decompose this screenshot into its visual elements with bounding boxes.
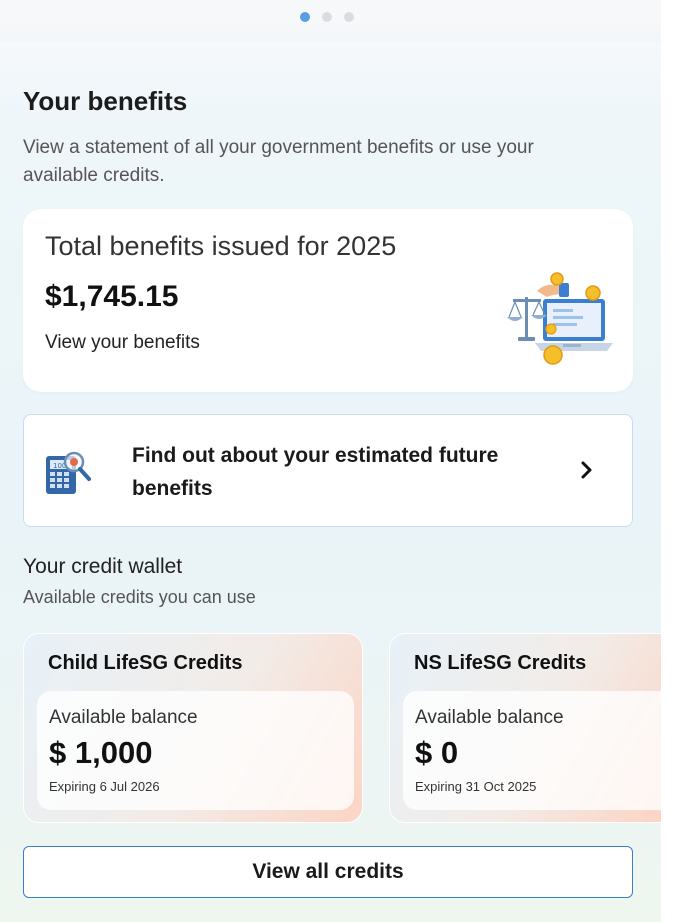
- calculator-magnifier-icon: 100: [46, 451, 91, 494]
- balance-amount: $ 0: [415, 735, 459, 770]
- future-benefits-card[interactable]: 100 Find out about your estimated future…: [23, 414, 633, 527]
- total-benefits-card[interactable]: Total benefits issued for 2025 $1,745.15…: [23, 209, 633, 392]
- expiry-date: Expiring 6 Jul 2026: [49, 779, 160, 794]
- total-benefits-amount: $1,745.15: [45, 280, 179, 313]
- credit-card-ns-lifesg[interactable]: NS LifeSG Credits Available balance $ 0 …: [389, 633, 661, 823]
- balance-amount: $ 1,000: [49, 735, 153, 770]
- carousel-strip: [0, 0, 661, 42]
- expiry-date: Expiring 31 Oct 2025: [415, 779, 537, 794]
- credit-wallet-subtitle: Available credits you can use: [23, 587, 256, 607]
- carousel-dot-1[interactable]: [300, 12, 310, 22]
- credit-card-balance-panel: Available balance $ 0 Expiring 31 Oct 20…: [403, 691, 661, 810]
- benefits-description: View a statement of all your government …: [23, 137, 534, 186]
- benefits-title: Your benefits: [23, 86, 188, 116]
- balance-label: Available balance: [49, 707, 198, 728]
- view-benefits-link[interactable]: View your benefits: [45, 332, 200, 354]
- credit-card-child-lifesg[interactable]: Child LifeSG Credits Available balance $…: [23, 633, 363, 823]
- carousel-dots: [300, 12, 354, 22]
- total-benefits-label: Total benefits issued for 2025: [45, 231, 397, 261]
- benefits-illustration-icon: [507, 272, 613, 365]
- credit-card-title: NS LifeSG Credits: [414, 652, 587, 674]
- balance-label: Available balance: [415, 707, 564, 728]
- credit-card-balance-panel: Available balance $ 1,000 Expiring 6 Jul…: [37, 691, 354, 810]
- credit-card-title: Child LifeSG Credits: [48, 652, 243, 674]
- view-all-credits-button[interactable]: View all credits: [23, 846, 633, 898]
- chevron-right-icon: [581, 461, 592, 479]
- carousel-dot-2[interactable]: [322, 12, 332, 22]
- carousel-dot-3[interactable]: [344, 12, 354, 22]
- future-benefits-text: Find out about your estimated future ben…: [132, 444, 499, 500]
- credit-wallet-title: Your credit wallet: [23, 555, 183, 578]
